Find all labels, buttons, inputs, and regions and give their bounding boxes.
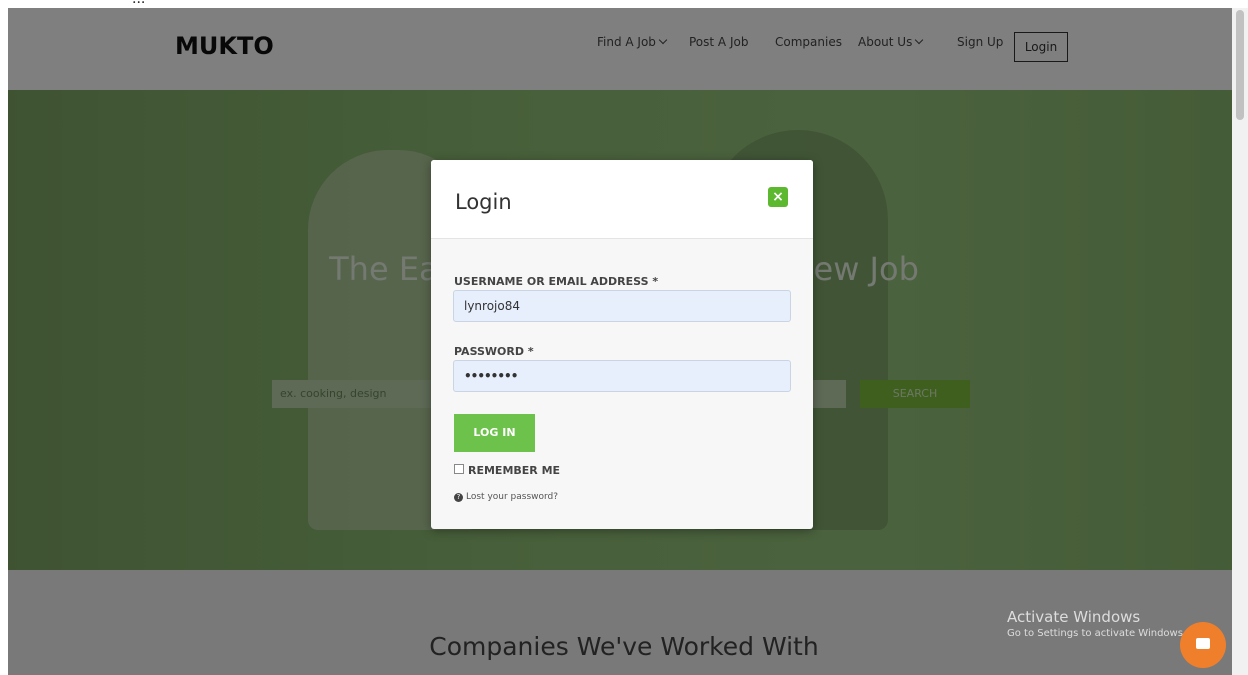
question-icon: ?: [454, 493, 463, 502]
remember-me[interactable]: REMEMBER ME: [454, 464, 560, 477]
scrollbar-thumb[interactable]: [1236, 10, 1244, 120]
password-field[interactable]: ••••••••: [453, 360, 791, 392]
cropped-text-strip: ...: [0, 0, 1248, 8]
username-field[interactable]: lynrojo84: [453, 290, 791, 322]
modal-header: Login ×: [431, 160, 813, 239]
password-label: PASSWORD *: [454, 345, 534, 358]
chat-bubble-icon[interactable]: [1180, 622, 1226, 668]
page: MUKTO Find A Job Post A Job Companies Ab…: [8, 8, 1240, 675]
activate-windows-text: Activate Windows: [1007, 608, 1141, 626]
login-modal: Login × USERNAME OR EMAIL ADDRESS * lynr…: [431, 160, 813, 529]
log-in-button[interactable]: LOG IN: [454, 414, 535, 452]
activate-windows-subtext: Go to Settings to activate Windows.: [1007, 628, 1187, 639]
close-icon[interactable]: ×: [768, 187, 788, 207]
vertical-scrollbar[interactable]: [1232, 8, 1248, 675]
modal-title: Login: [455, 190, 512, 214]
remember-me-checkbox[interactable]: [454, 464, 464, 474]
username-label: USERNAME OR EMAIL ADDRESS *: [454, 275, 659, 288]
windows-activation-watermark: Activate Windows Go to Settings to activ…: [1007, 608, 1186, 639]
lost-password-link[interactable]: ? Lost your password?: [454, 492, 558, 502]
